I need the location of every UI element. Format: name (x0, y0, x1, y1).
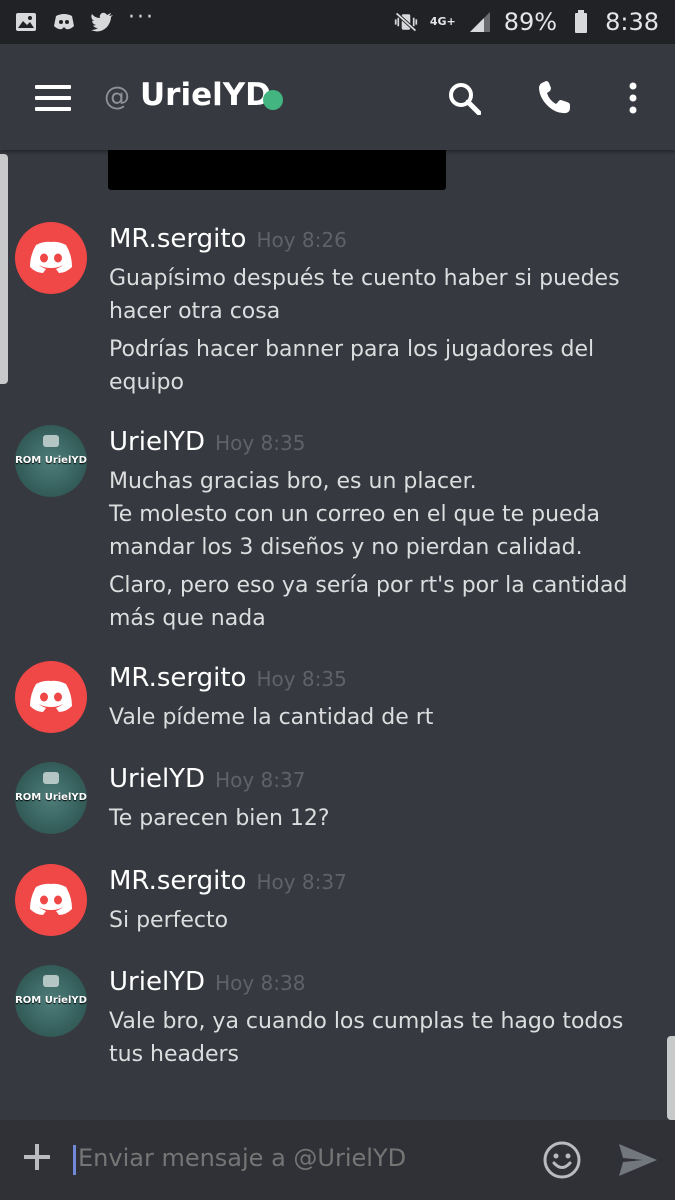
message-text: Te parecen bien 12? (109, 806, 330, 831)
discord-notification-icon (52, 11, 76, 33)
channel-header: @ UrielYD (0, 44, 675, 150)
message-timestamp: Hoy 8:35 (256, 667, 347, 691)
message-text: Vale pídeme la cantidad de rt (109, 705, 434, 730)
message-list[interactable]: MR.sergito Hoy 8:26 Guapísimo después te … (0, 150, 675, 1120)
channel-title: UrielYD (140, 77, 271, 113)
message-text: Guapísimo después te cuento haber si pue… (109, 266, 620, 324)
gallery-notification-icon (14, 11, 38, 33)
signal-strength-icon (468, 11, 492, 33)
twitter-notification-icon (90, 11, 114, 33)
network-type-label: 4G+ (429, 15, 456, 28)
discord-logo-icon (30, 680, 72, 712)
message-text: Vale bro, ya cuando los cumplas te hago … (109, 1009, 624, 1067)
message-author[interactable]: UrielYD (109, 427, 205, 457)
message-text: Te molesto con un correo en el que te pu… (109, 502, 601, 560)
discord-logo-icon (30, 241, 72, 273)
add-attachment-icon[interactable] (22, 1142, 52, 1172)
online-status-icon (263, 90, 283, 110)
avatar[interactable] (15, 864, 87, 936)
more-options-icon[interactable] (615, 80, 651, 116)
at-symbol: @ (104, 82, 130, 112)
status-bar: ··· 4G+ 89% 8:38 (0, 0, 675, 44)
scrollbar-thumb[interactable] (667, 1036, 675, 1120)
more-notifications-indicator: ··· (128, 4, 155, 30)
avatar-emblem-icon (43, 435, 59, 447)
menu-icon[interactable] (35, 85, 71, 111)
message-timestamp: Hoy 8:38 (215, 971, 306, 995)
send-icon[interactable] (617, 1142, 659, 1178)
attached-image[interactable] (108, 150, 446, 190)
message-text: Claro, pero eso ya sería por rt's por la… (109, 573, 628, 631)
vibrate-mute-icon (394, 11, 418, 33)
message-text: Si perfecto (109, 908, 229, 933)
avatar-emblem-icon (43, 975, 59, 987)
avatar[interactable]: ROM UrielYD (15, 762, 87, 834)
message-author[interactable]: MR.sergito (109, 224, 246, 254)
message-text: Podrías hacer banner para los jugadores … (109, 337, 595, 395)
clock-time: 8:38 (605, 8, 659, 36)
message-timestamp: Hoy 8:37 (256, 870, 347, 894)
discord-logo-icon (30, 883, 72, 915)
message-timestamp: Hoy 8:35 (215, 431, 306, 455)
message-author[interactable]: UrielYD (109, 967, 205, 997)
avatar[interactable] (15, 222, 87, 294)
avatar-label: ROM UrielYD (15, 995, 87, 1006)
message-input-bar (0, 1120, 675, 1200)
message-input[interactable] (78, 1144, 518, 1172)
message-author[interactable]: UrielYD (109, 764, 205, 794)
battery-icon (569, 10, 593, 33)
battery-percentage: 89% (503, 8, 558, 36)
text-cursor (73, 1145, 76, 1175)
message-timestamp: Hoy 8:26 (256, 228, 347, 252)
message-author[interactable]: MR.sergito (109, 663, 246, 693)
message-author[interactable]: MR.sergito (109, 866, 246, 896)
message-timestamp: Hoy 8:37 (215, 768, 306, 792)
emoji-icon[interactable] (543, 1141, 581, 1179)
avatar-label: ROM UrielYD (15, 792, 87, 803)
avatar-emblem-icon (43, 772, 59, 784)
avatar[interactable]: ROM UrielYD (15, 425, 87, 497)
avatar[interactable] (15, 661, 87, 733)
message-text: Muchas gracias bro, es un placer. (109, 469, 477, 494)
drawer-edge-handle[interactable] (0, 154, 8, 384)
avatar[interactable]: ROM UrielYD (15, 965, 87, 1037)
phone-call-icon[interactable] (536, 80, 572, 116)
search-icon[interactable] (446, 80, 482, 116)
avatar-label: ROM UrielYD (15, 455, 87, 466)
